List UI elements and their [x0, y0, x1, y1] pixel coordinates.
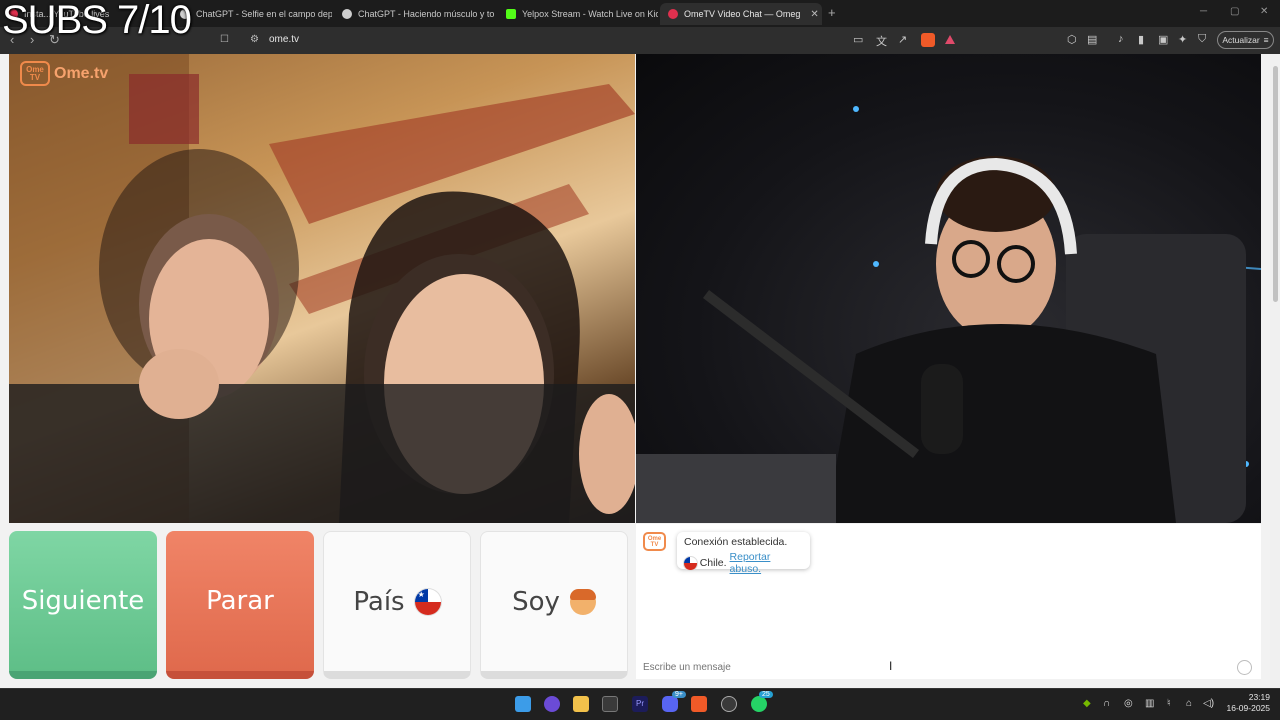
- clock-date: 16-09-2025: [1226, 703, 1270, 713]
- chat-ometv-logo-icon: Ome TV: [643, 532, 666, 551]
- bookmark-icon[interactable]: ☐: [220, 34, 229, 45]
- clock-time: 23:19: [1248, 692, 1270, 702]
- cast-icon[interactable]: ▭: [853, 33, 863, 46]
- reader-icon[interactable]: ▤: [1087, 33, 1097, 46]
- nvidia-icon[interactable]: ◆: [1083, 698, 1091, 709]
- brave-shields-icon[interactable]: [921, 33, 935, 47]
- tab-label: Yelpox Stream - Watch Live on Kick: [522, 9, 658, 19]
- site-info-icon[interactable]: ⚙: [250, 34, 259, 45]
- ometv-logo[interactable]: Ome TV Ome.tv: [20, 61, 108, 86]
- discord-icon[interactable]: [662, 696, 678, 712]
- report-abuse-link[interactable]: Reportar abuso.: [730, 551, 803, 575]
- volume-icon[interactable]: ◁): [1203, 698, 1214, 709]
- kick-favicon-icon: [506, 9, 516, 19]
- stranger-video-feed: [9, 54, 635, 523]
- chile-flag-icon: ★: [414, 588, 441, 615]
- extensions-icon[interactable]: ⬡: [1067, 33, 1077, 46]
- gender-button-label: Soy: [512, 586, 560, 617]
- minimize-icon[interactable]: ─: [1200, 6, 1207, 17]
- address-bar: ‹ › ↻ ☐ ⚙ ome.tv ▭ 文 ↗ ⬡ ▤ ♪ ▮ ▣ ✦ ⛉: [0, 27, 1280, 54]
- brave-rewards-icon[interactable]: [945, 35, 955, 44]
- connection-status-text: Conexión establecida.: [684, 536, 788, 548]
- self-video-feed: [636, 54, 1261, 523]
- menu-icon: ≡: [1263, 35, 1269, 45]
- tab-ometv[interactable]: OmeTV Video Chat — Omeg ✕: [660, 3, 822, 25]
- vpn-tray-icon[interactable]: ◎: [1124, 698, 1133, 709]
- scrollbar-thumb[interactable]: [1273, 66, 1278, 302]
- tab-kick-stream[interactable]: Yelpox Stream - Watch Live on Kick: [498, 3, 658, 25]
- translate-icon[interactable]: 文: [876, 33, 887, 49]
- wallet-icon[interactable]: ▣: [1158, 33, 1168, 46]
- emoji-icon[interactable]: [1237, 660, 1252, 675]
- subs-overlay-text: SUBS 7/10: [2, 0, 192, 42]
- store-icon[interactable]: [602, 696, 618, 712]
- country-button-label: País: [353, 586, 405, 617]
- next-button[interactable]: Siguiente: [9, 531, 157, 679]
- tab-chatgpt-selfie[interactable]: ChatGPT - Selfie en el campo deport: [172, 3, 332, 25]
- next-button-label: Siguiente: [21, 586, 145, 616]
- tab-chatgpt-musculo[interactable]: ChatGPT - Haciendo músculo y toma: [334, 3, 494, 25]
- whatsapp-badge: 25: [759, 691, 773, 698]
- update-button-label: Actualizar: [1222, 35, 1260, 45]
- music-icon[interactable]: ♪: [1118, 33, 1124, 45]
- stranger-video-image: [9, 54, 635, 523]
- share-icon[interactable]: ↗: [898, 33, 907, 46]
- whatsapp-icon[interactable]: [751, 696, 767, 712]
- chatgpt-icon[interactable]: [721, 696, 737, 712]
- boy-icon: [569, 588, 596, 615]
- system-message-bubble: Conexión establecida. Chile. Reportar ab…: [677, 532, 810, 575]
- text-cursor-icon: I: [889, 659, 893, 673]
- tab-label: ChatGPT - Selfie en el campo deport: [196, 9, 332, 19]
- country-select-button[interactable]: País ★: [323, 531, 471, 679]
- system-clock[interactable]: 23:19 16-09-2025: [1222, 692, 1270, 714]
- brave-icon[interactable]: [691, 696, 707, 712]
- ometv-wordmark: Ome.tv: [54, 64, 109, 82]
- premiere-icon[interactable]: Pr: [632, 696, 648, 712]
- leo-ai-icon[interactable]: ✦: [1178, 33, 1187, 46]
- gender-select-button[interactable]: Soy: [480, 531, 628, 679]
- new-tab-icon[interactable]: +: [828, 5, 836, 20]
- file-explorer-icon[interactable]: [573, 696, 589, 712]
- discord-badge: 9+: [672, 691, 686, 698]
- chat-message-input[interactable]: [636, 656, 1261, 679]
- windows-start-icon[interactable]: [515, 696, 531, 712]
- network-icon[interactable]: ⌂: [1186, 698, 1192, 709]
- tab-label: OmeTV Video Chat — Omeg: [684, 9, 801, 19]
- tab-close-icon[interactable]: ✕: [810, 9, 818, 20]
- url-text[interactable]: ome.tv: [269, 34, 299, 45]
- update-button[interactable]: Actualizar ≡: [1217, 31, 1274, 49]
- maximize-icon[interactable]: ▢: [1230, 6, 1239, 17]
- stop-button-label: Parar: [206, 586, 274, 616]
- close-window-icon[interactable]: ✕: [1260, 6, 1268, 17]
- tab-label: ChatGPT - Haciendo músculo y toma: [358, 9, 494, 19]
- self-video-image: [636, 106, 1261, 523]
- tab-favicon-icon: [342, 9, 352, 19]
- chile-flag-icon: [684, 556, 697, 570]
- microphone-icon[interactable]: ♮: [1167, 698, 1171, 709]
- vpn-icon[interactable]: ⛉: [1198, 33, 1206, 46]
- stop-button[interactable]: Parar: [166, 531, 314, 679]
- sidebar-icon[interactable]: ▮: [1138, 33, 1144, 46]
- ometv-tv-icon: Ome TV: [20, 61, 50, 86]
- headset-icon[interactable]: ∩: [1103, 698, 1110, 709]
- tab-favicon-icon: [668, 9, 678, 19]
- partner-country-text: Chile.: [699, 557, 727, 569]
- search-icon[interactable]: [544, 696, 560, 712]
- battery-icon[interactable]: ▥: [1145, 698, 1154, 709]
- browser-tab-bar: Insta... YouTube lives ChatGPT - Selfie …: [0, 0, 1280, 27]
